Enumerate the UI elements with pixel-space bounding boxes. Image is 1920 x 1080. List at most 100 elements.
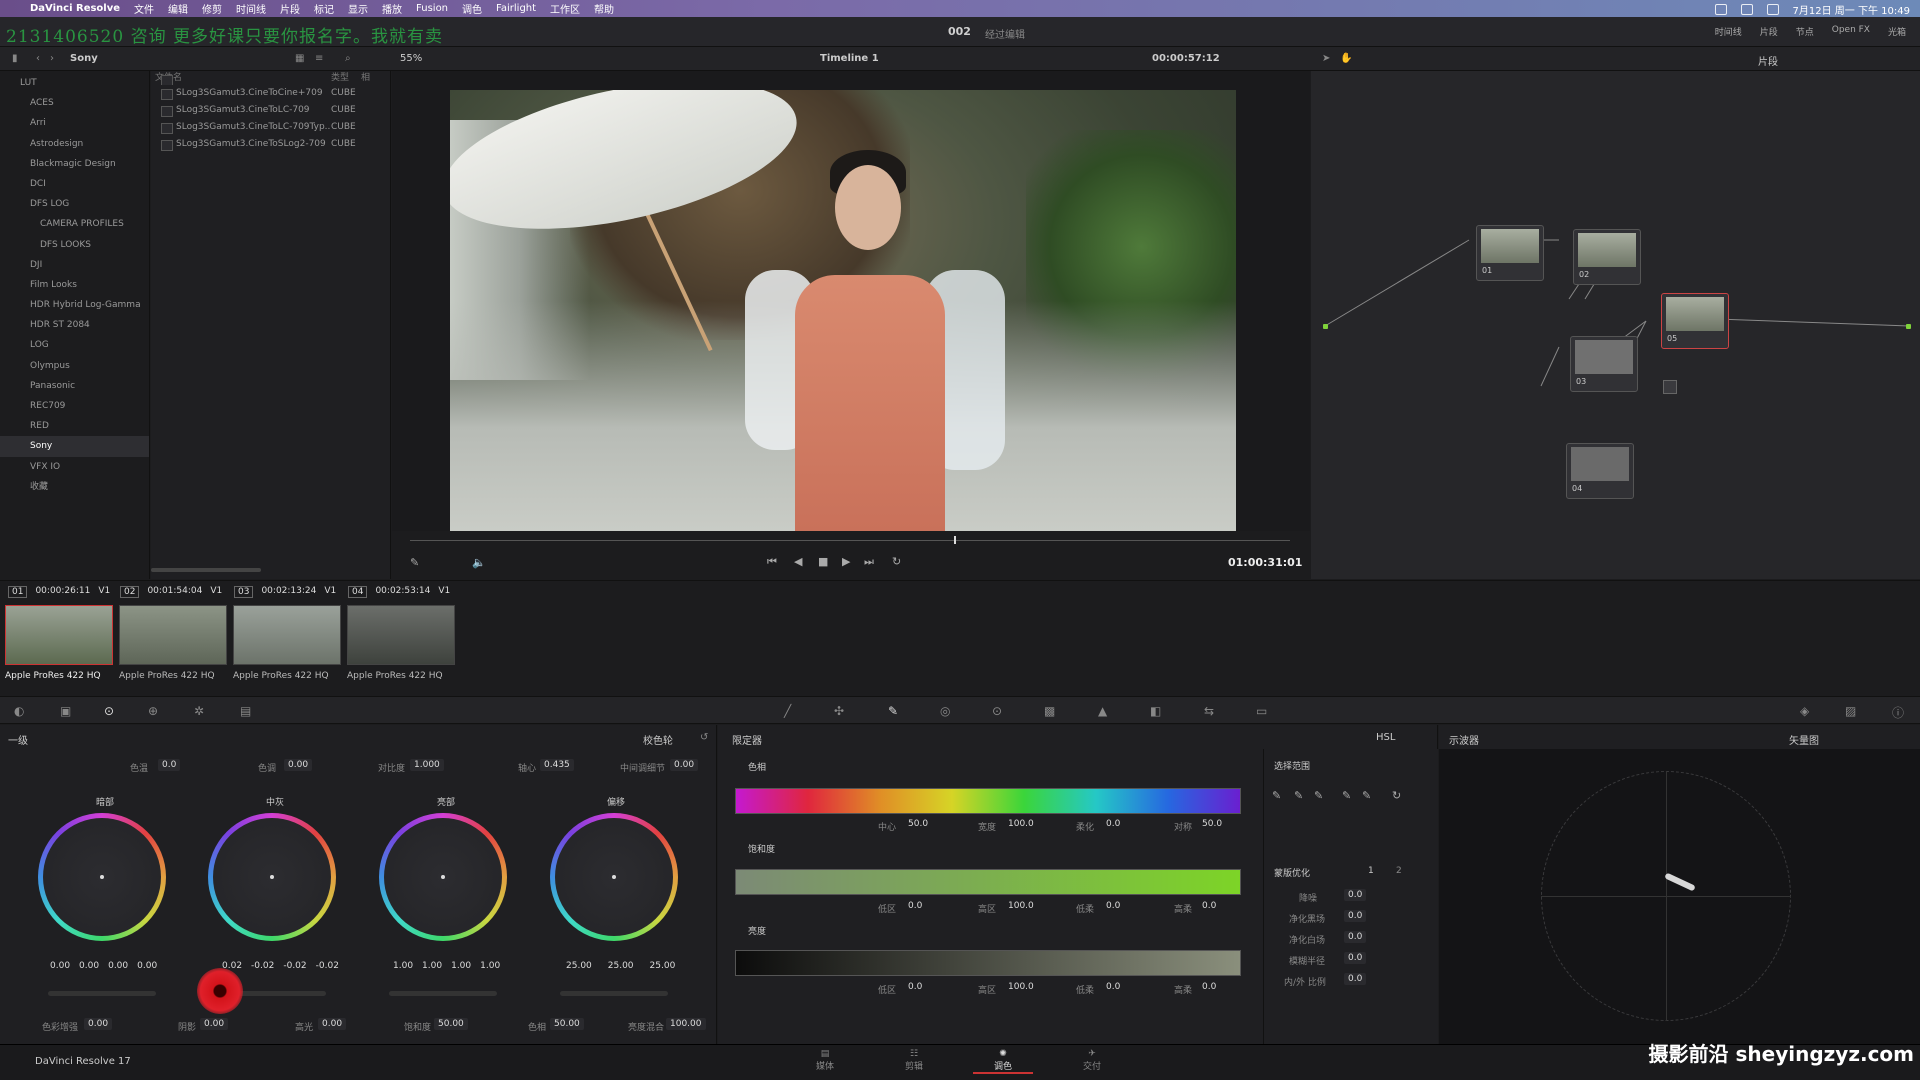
- back-icon[interactable]: ‹: [36, 53, 40, 64]
- shadows-value[interactable]: 0.00: [200, 1018, 229, 1030]
- value-r[interactable]: 25.00: [566, 961, 592, 971]
- header-openfx-button[interactable]: Open FX: [1832, 25, 1870, 38]
- tree-item-sony[interactable]: Sony: [0, 436, 149, 457]
- info-icon[interactable]: ◈: [1800, 704, 1809, 718]
- midtone-detail-value[interactable]: 0.00: [670, 759, 699, 771]
- node-05[interactable]: 05: [1661, 293, 1729, 349]
- qualifier-mode-select[interactable]: HSL: [1376, 732, 1395, 743]
- tree-item-dfs-log[interactable]: DFS LOG: [0, 194, 149, 214]
- lut-file-row[interactable]: SLog3SGamut3.CineToLC-709 CUBE: [151, 102, 390, 119]
- tree-item-arri[interactable]: Arri: [0, 113, 149, 133]
- scopes-icon[interactable]: ▨: [1845, 704, 1856, 718]
- gamma-wheel[interactable]: [208, 813, 336, 941]
- clean-black-value[interactable]: 0.0: [1344, 910, 1367, 922]
- offset-master-slider[interactable]: [560, 991, 668, 996]
- hue-value[interactable]: 50.00: [550, 1018, 584, 1030]
- offset-wheel[interactable]: [550, 813, 678, 941]
- play-icon[interactable]: ▶: [842, 555, 850, 568]
- tree-item-dci[interactable]: DCI: [0, 174, 149, 194]
- saturation-value[interactable]: 50.00: [434, 1018, 468, 1030]
- header-lightbox-button[interactable]: 光箱: [1888, 25, 1906, 38]
- tint-value[interactable]: 0.00: [284, 759, 313, 771]
- menu-trim[interactable]: 修剪: [202, 1, 222, 16]
- feather-minus-icon[interactable]: ✎: [1342, 789, 1351, 802]
- camera-raw-icon[interactable]: ◐: [14, 704, 24, 718]
- panel-toggle-icon[interactable]: ▮: [12, 53, 18, 64]
- motion-effects-icon[interactable]: ▤: [240, 704, 251, 718]
- lum-mix-value[interactable]: 100.00: [666, 1018, 706, 1030]
- header-nodes-button[interactable]: 节点: [1796, 25, 1814, 38]
- clip-thumbnail[interactable]: [347, 605, 455, 665]
- tab-edit[interactable]: ☷ 剪辑: [884, 1049, 944, 1072]
- pointer-icon[interactable]: ➤: [1322, 53, 1330, 64]
- lum-highsoft-value[interactable]: 0.0: [1198, 981, 1220, 993]
- matte-tab-2[interactable]: 2: [1396, 866, 1402, 876]
- sizing-icon[interactable]: ⇆: [1204, 704, 1214, 718]
- sat-highsoft-value[interactable]: 0.0: [1198, 900, 1220, 912]
- hue-center-value[interactable]: 50.0: [904, 818, 932, 830]
- status-icon[interactable]: [1714, 4, 1727, 15]
- tree-item-hdr-hlg[interactable]: HDR Hybrid Log-Gamma: [0, 295, 149, 315]
- value-b[interactable]: -0.02: [316, 961, 339, 971]
- stop-icon[interactable]: ■: [818, 555, 828, 568]
- hdr-icon[interactable]: ⊕: [148, 704, 158, 718]
- menu-workspace[interactable]: 工作区: [550, 1, 580, 16]
- scope-mode-select[interactable]: 矢量图: [1789, 732, 1819, 747]
- menu-playback[interactable]: 播放: [382, 1, 402, 16]
- value-g[interactable]: 0.00: [108, 961, 128, 971]
- lift-master-slider[interactable]: [48, 991, 156, 996]
- in-out-ratio-value[interactable]: 0.0: [1344, 973, 1367, 985]
- lut-file-row[interactable]: SLog3SGamut3.CineToSLog2-709 CUBE: [151, 136, 390, 153]
- lut-file-row[interactable]: SLog3SGamut3.CineToLC-709Typ... CUBE: [151, 119, 390, 136]
- search-icon[interactable]: [1766, 4, 1779, 15]
- feather-plus-icon[interactable]: ✎: [1362, 789, 1371, 802]
- gain-master-slider[interactable]: [389, 991, 497, 996]
- invert-icon[interactable]: ↻: [1392, 789, 1401, 802]
- menu-fusion[interactable]: Fusion: [416, 3, 448, 14]
- loop-icon[interactable]: ↻: [892, 555, 901, 568]
- menu-help[interactable]: 帮助: [594, 1, 614, 16]
- blur-radius-value[interactable]: 0.0: [1344, 952, 1367, 964]
- menu-edit[interactable]: 编辑: [168, 1, 188, 16]
- tree-item-dfs-looks[interactable]: DFS LOOKS: [0, 235, 149, 255]
- lum-lowsoft-value[interactable]: 0.0: [1102, 981, 1124, 993]
- search-icon[interactable]: ⌕: [345, 53, 351, 64]
- forward-icon[interactable]: ›: [50, 53, 54, 64]
- tree-item-olympus[interactable]: Olympus: [0, 356, 149, 376]
- reset-icon[interactable]: ↺: [700, 732, 708, 743]
- scrubber-track[interactable]: [410, 540, 1290, 541]
- window-icon[interactable]: ◎: [940, 704, 950, 718]
- picker-plus-icon[interactable]: ✎: [1314, 789, 1323, 802]
- tracker-icon[interactable]: ⊙: [992, 704, 1002, 718]
- value-b[interactable]: 1.00: [480, 961, 500, 971]
- lum-bar[interactable]: [735, 950, 1241, 976]
- clock[interactable]: 7月12日 周一 下午 10:49: [1793, 2, 1910, 17]
- menu-timeline[interactable]: 时间线: [236, 1, 266, 16]
- value-b[interactable]: 0.00: [137, 961, 157, 971]
- temp-value[interactable]: 0.0: [158, 759, 181, 771]
- primaries-mode-select[interactable]: 校色轮: [643, 732, 673, 747]
- skip-end-icon[interactable]: ⏭: [864, 555, 874, 569]
- lum-low-value[interactable]: 0.0: [904, 981, 926, 993]
- menu-view[interactable]: 显示: [348, 1, 368, 16]
- sat-lowsoft-value[interactable]: 0.0: [1102, 900, 1124, 912]
- clip-thumbnail[interactable]: [5, 605, 113, 665]
- hue-section-title[interactable]: 色相: [748, 760, 766, 773]
- value-y[interactable]: 1.00: [393, 961, 413, 971]
- gain-wheel[interactable]: [379, 813, 507, 941]
- menu-fairlight[interactable]: Fairlight: [496, 3, 536, 14]
- key-icon[interactable]: ◧: [1150, 704, 1161, 718]
- color-boost-value[interactable]: 0.00: [84, 1018, 113, 1030]
- tree-item-film-looks[interactable]: Film Looks: [0, 275, 149, 295]
- hand-icon[interactable]: ✋: [1340, 53, 1352, 64]
- mixer-node[interactable]: [1663, 380, 1677, 394]
- sat-section-title[interactable]: 饱和度: [748, 842, 775, 855]
- col-extra[interactable]: 相: [361, 71, 370, 85]
- list-view-icon[interactable]: ≡: [315, 53, 323, 64]
- node-01[interactable]: 01: [1476, 225, 1544, 281]
- blur-icon[interactable]: ▲: [1098, 704, 1107, 718]
- denoise-value[interactable]: 0.0: [1344, 889, 1367, 901]
- tree-item-red[interactable]: RED: [0, 416, 149, 436]
- menu-color[interactable]: 调色: [462, 1, 482, 16]
- header-clips-button[interactable]: 片段: [1760, 25, 1778, 38]
